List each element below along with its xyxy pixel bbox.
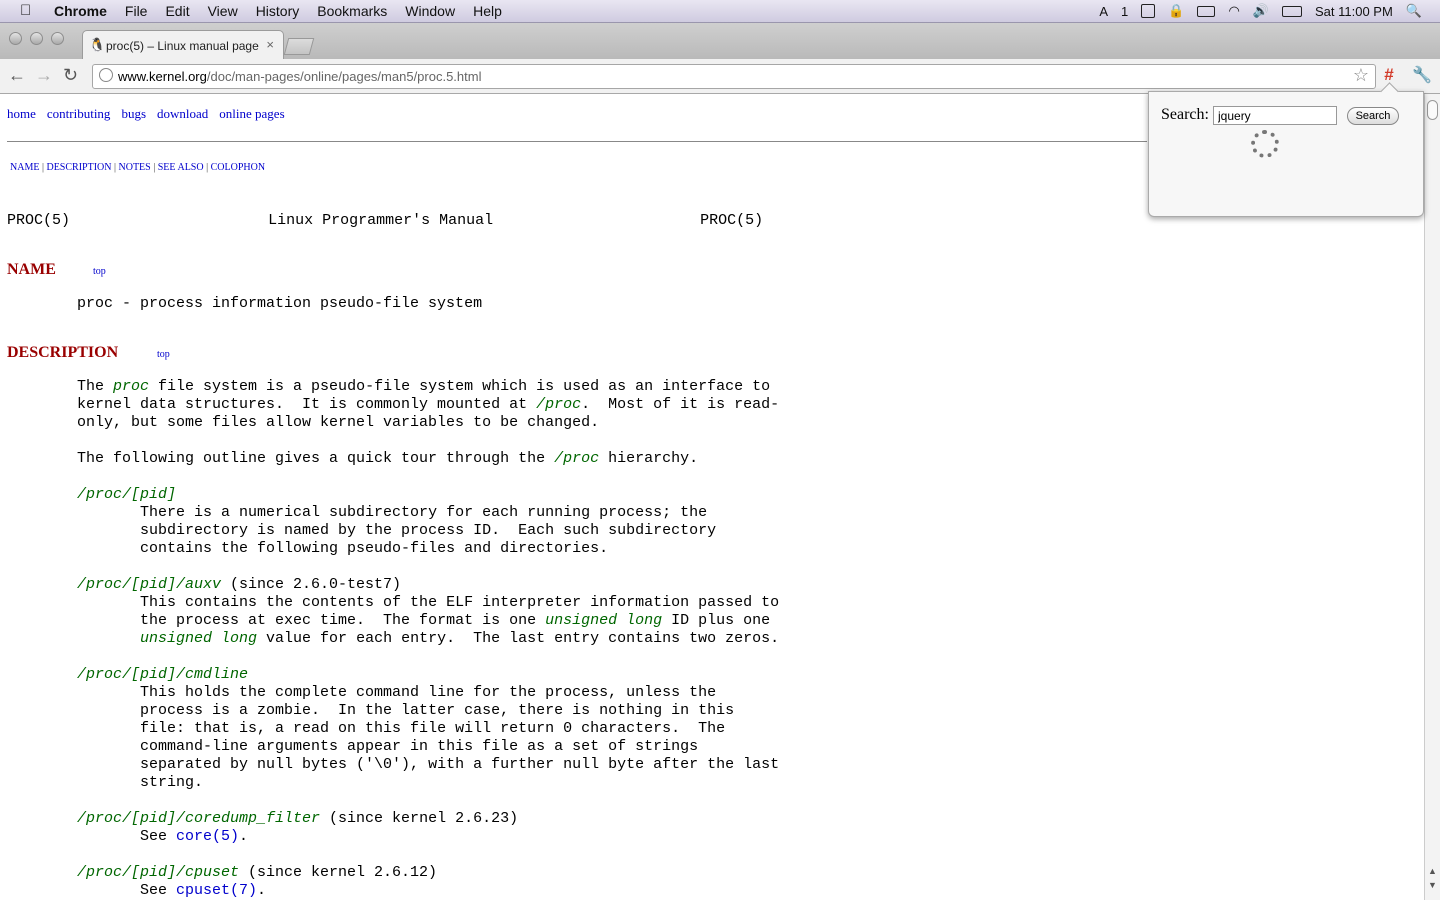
- page-scrollbar[interactable]: ▲ ▼: [1424, 94, 1440, 900]
- spotlight-icon[interactable]: 🔍: [1406, 3, 1422, 19]
- zoom-window-button[interactable]: [51, 32, 64, 45]
- url-text[interactable]: www.kernel.org/doc/man-pages/online/page…: [118, 69, 481, 84]
- section-nav: NAME | DESCRIPTION | NOTES | SEE ALSO | …: [10, 162, 266, 173]
- heading-name: NAME: [7, 261, 56, 278]
- menu-help[interactable]: Help: [473, 3, 502, 19]
- wrench-menu-icon[interactable]: 🔧: [1412, 65, 1432, 85]
- status-count: 1: [1121, 3, 1129, 19]
- globe-icon: [99, 68, 113, 82]
- volume-icon[interactable]: 🔊: [1253, 3, 1269, 19]
- tab-close-icon[interactable]: ×: [266, 37, 274, 52]
- wifi-icon[interactable]: ◠: [1228, 3, 1239, 19]
- minimize-window-button[interactable]: [30, 32, 43, 45]
- status-area: A 1 🔒 ◠ 🔊 Sat 11:00 PM 🔍: [1099, 3, 1422, 19]
- reload-button[interactable]: ↻: [63, 65, 78, 86]
- heading-description: DESCRIPTION: [7, 344, 119, 361]
- scroll-up-icon[interactable]: ▲: [1428, 866, 1437, 876]
- site-nav: home contributing bugs download online pages: [7, 106, 296, 122]
- tab-title: proc(5) – Linux manual page: [106, 39, 259, 53]
- tux-favicon-icon: 🐧: [89, 37, 106, 52]
- menu-file[interactable]: File: [125, 3, 148, 19]
- menu-edit[interactable]: Edit: [165, 3, 189, 19]
- name-text: proc - process information pseudo-file s…: [77, 295, 483, 312]
- search-label: Search:: [1161, 106, 1209, 123]
- sec-colophon[interactable]: COLOPHON: [211, 162, 265, 173]
- apple-menu-icon[interactable]: : [20, 2, 31, 19]
- mac-menu-bar:  Chrome File Edit View History Bookmark…: [0, 0, 1440, 23]
- app-menus: Chrome File Edit View History Bookmarks …: [54, 3, 520, 19]
- menu-history[interactable]: History: [256, 3, 300, 19]
- menu-chrome[interactable]: Chrome: [54, 3, 107, 19]
- lock-icon[interactable]: 🔒: [1168, 3, 1184, 19]
- clock[interactable]: Sat 11:00 PM: [1315, 4, 1393, 19]
- keyboard-icon[interactable]: [1197, 5, 1216, 17]
- search-input[interactable]: [1213, 106, 1337, 125]
- divider: [7, 141, 1147, 142]
- app-status-icon[interactable]: [1141, 4, 1156, 18]
- man-header: PROC(5) Linux Programmer's Manual PROC(5…: [7, 212, 764, 229]
- new-tab-button[interactable]: [283, 38, 315, 55]
- scroll-down-icon[interactable]: ▼: [1428, 880, 1437, 890]
- description-body: The proc file system is a pseudo-file sy…: [77, 378, 780, 899]
- top-link-description[interactable]: top: [157, 349, 170, 360]
- sec-see-also[interactable]: SEE ALSO: [158, 162, 204, 173]
- nav-bugs[interactable]: bugs: [121, 106, 146, 121]
- loading-spinner-icon: [1251, 130, 1279, 158]
- tab-proc5[interactable]: 🐧 proc(5) – Linux manual page ×: [82, 30, 284, 60]
- browser-toolbar: ← → ↻ www.kernel.org/doc/man-pages/onlin…: [0, 59, 1440, 94]
- back-button[interactable]: ←: [8, 65, 26, 86]
- extension-search-popup: Search: Search: [1148, 82, 1424, 217]
- nav-home[interactable]: home: [7, 106, 36, 121]
- tab-strip: 🐧 proc(5) – Linux manual page ×: [0, 23, 1440, 60]
- sec-name[interactable]: NAME: [10, 162, 39, 173]
- menu-bookmarks[interactable]: Bookmarks: [317, 3, 387, 19]
- bookmark-star-icon[interactable]: ☆: [1353, 65, 1369, 86]
- forward-button[interactable]: →: [35, 65, 53, 86]
- top-link-name[interactable]: top: [93, 266, 106, 277]
- scroll-thumb[interactable]: [1427, 100, 1438, 120]
- sec-description[interactable]: DESCRIPTION: [46, 162, 111, 173]
- nav-download[interactable]: download: [157, 106, 208, 121]
- battery-icon[interactable]: [1282, 5, 1302, 17]
- link-cpuset-7[interactable]: cpuset(7): [176, 882, 257, 899]
- nav-online-pages[interactable]: online pages: [219, 106, 284, 121]
- link-core-5[interactable]: core(5): [176, 828, 239, 845]
- address-bar[interactable]: www.kernel.org/doc/man-pages/online/page…: [92, 64, 1376, 89]
- search-button[interactable]: Search: [1347, 107, 1399, 125]
- sec-notes[interactable]: NOTES: [119, 162, 151, 173]
- nav-contributing[interactable]: contributing: [47, 106, 111, 121]
- menu-view[interactable]: View: [208, 3, 238, 19]
- menu-window[interactable]: Window: [405, 3, 455, 19]
- close-window-button[interactable]: [9, 32, 22, 45]
- adobe-icon[interactable]: A: [1099, 4, 1108, 19]
